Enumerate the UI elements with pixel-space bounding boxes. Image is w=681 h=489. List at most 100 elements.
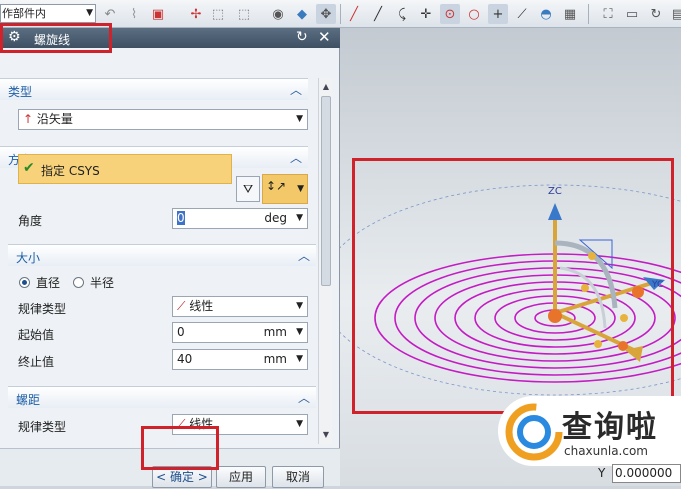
csys-dialog-button[interactable]: ⛛	[236, 176, 260, 202]
shaded-view-icon[interactable]: ◓	[536, 4, 556, 24]
coord-y-input[interactable]: 0.000000	[612, 464, 681, 483]
scroll-thumb[interactable]	[321, 96, 331, 286]
helix-rings	[374, 253, 681, 383]
cancel-button[interactable]: 取消	[272, 466, 324, 488]
group-size-title: 大小	[16, 251, 41, 265]
undo-icon[interactable]: ↶	[100, 4, 120, 24]
start-unit: mm	[263, 325, 287, 339]
scroll-down-arrow-icon[interactable]: ▼	[320, 428, 332, 442]
linear-law-icon: ⟋	[177, 299, 186, 313]
group-type-title: 类型	[8, 85, 33, 99]
specify-csys-label: 指定 CSYS	[41, 164, 100, 178]
cross-icon[interactable]: ✛	[416, 4, 436, 24]
line-endpoint-icon[interactable]: ╱	[368, 4, 388, 24]
group-type-header[interactable]: 类型 ︿	[0, 78, 308, 100]
chevron-down-icon: ▼	[296, 301, 303, 311]
type-dropdown[interactable]: ↑ 沿矢量 ▼	[18, 109, 308, 130]
dashed-box-icon[interactable]: ⬚	[234, 4, 254, 24]
chevron-down-icon: ▼	[296, 327, 303, 337]
coord-y-label: Y	[598, 466, 606, 480]
chevron-up-icon: ︿	[289, 151, 302, 165]
csys-type-dropdown[interactable]: ↕↗ ▼	[262, 174, 308, 204]
radio-radius-label: 半径	[90, 276, 115, 290]
angle-input[interactable]: 0 deg ▼	[172, 208, 308, 229]
dialog-scrollbar[interactable]: ▲ ▼	[318, 78, 332, 444]
plus-icon[interactable]: +	[488, 4, 508, 24]
rotate-icon[interactable]: ↻	[646, 4, 666, 24]
chevron-up-icon: ︿	[289, 83, 302, 97]
type-value: 沿矢量	[36, 112, 73, 126]
circle-center-icon[interactable]: ⊙	[440, 4, 460, 24]
slash-icon[interactable]: ⟋	[512, 4, 532, 24]
chevron-down-icon: ▼	[296, 354, 303, 364]
specify-csys-selector[interactable]: ✔ 指定 CSYS	[18, 154, 232, 184]
select-icon[interactable]: ▣	[148, 4, 168, 24]
radio-diameter-label: 直径	[36, 276, 61, 290]
pitch-law-type-dropdown[interactable]: ⟋ 线性 ▼	[172, 414, 308, 435]
linear-law-icon: ⟋	[177, 417, 186, 431]
selection-filter-value: 作部件内	[2, 7, 46, 20]
selection-filter-dropdown[interactable]: 作部件内 ▼	[0, 4, 96, 23]
fit-view-icon[interactable]: ⛶	[598, 4, 618, 24]
circle-icon[interactable]: ○	[464, 4, 484, 24]
dialog-title: 螺旋线	[34, 33, 71, 47]
helix-dialog: ⚙ 螺旋线 ↻ ✕ 类型 ︿ ↑ 沿矢量 ▼ 方向 ︿ ✔ 指定 CSYS ⛛ …	[0, 28, 340, 488]
table-icon[interactable]: ▦	[560, 4, 580, 24]
reset-icon[interactable]: ↻	[296, 29, 308, 45]
line-icon[interactable]: ╱	[344, 4, 364, 24]
chevron-down-icon: ▼	[297, 184, 304, 194]
angle-unit: deg	[264, 211, 287, 225]
watermark-logo-icon	[505, 403, 563, 461]
group-pitch-title: 螺距	[16, 393, 41, 407]
pitch-law-type-value: 线性	[189, 417, 214, 431]
size-law-type-dropdown[interactable]: ⟋ 线性 ▼	[172, 296, 308, 317]
grid-snap-icon[interactable]: ✥	[316, 4, 336, 24]
close-icon[interactable]: ✕	[318, 28, 331, 46]
end-value-label: 终止值	[18, 355, 55, 369]
chevron-up-icon: ︿	[297, 391, 310, 405]
pitch-law-type-label: 规律类型	[18, 420, 67, 434]
box-select-icon[interactable]: ⬚	[208, 4, 228, 24]
scroll-up-arrow-icon[interactable]: ▲	[320, 80, 332, 94]
angle-value: 0	[177, 211, 185, 225]
group-size-header[interactable]: 大小 ︿	[8, 244, 316, 266]
cube-icon[interactable]: ◆	[292, 4, 312, 24]
snap-icon[interactable]: ⌇	[124, 4, 144, 24]
toolbar-separator	[588, 4, 589, 24]
zc-axis-label: ZC	[548, 186, 562, 197]
zoom-icon[interactable]: ▭	[622, 4, 642, 24]
gear-icon: ⚙	[8, 29, 21, 45]
chevron-up-icon: ︿	[297, 249, 310, 263]
size-law-type-label: 规律类型	[18, 302, 67, 316]
csys-icon: ⛛	[242, 181, 254, 196]
start-value-label: 起始值	[18, 328, 55, 342]
angle-label: 角度	[18, 214, 43, 228]
point-icon[interactable]: ✢	[186, 4, 206, 24]
start-value-input[interactable]: 0 mm ▼	[172, 322, 308, 343]
yc-axis-label: YC	[652, 280, 664, 290]
end-value-input[interactable]: 40 mm ▼	[172, 349, 308, 370]
radio-diameter[interactable]	[19, 277, 30, 288]
chevron-down-icon: ▼	[296, 419, 303, 429]
chevron-down-icon: ▼	[86, 8, 93, 18]
watermark-en: chaxunla.com	[564, 444, 648, 458]
arc-icon[interactable]: ⤹	[392, 4, 412, 24]
apply-button[interactable]: 应用	[216, 466, 266, 488]
shaded-icon[interactable]: ◉	[268, 4, 288, 24]
ok-button[interactable]: < 确定 >	[152, 466, 212, 488]
toolbar-separator	[340, 4, 341, 24]
size-law-type-value: 线性	[189, 299, 214, 313]
dialog-title-bar[interactable]: ⚙ 螺旋线 ↻ ✕	[0, 28, 340, 48]
end-value: 40	[177, 352, 193, 366]
group-pitch-header[interactable]: 螺距 ︿	[8, 386, 316, 408]
end-unit: mm	[263, 352, 287, 366]
chevron-down-icon: ▼	[296, 114, 303, 124]
grid-icon[interactable]: ▤	[668, 4, 681, 24]
start-value: 0	[177, 325, 185, 339]
top-toolbar: 作部件内 ▼ ↶ ⌇ ▣ ✢ ⬚ ⬚ ◉ ◆ ✥ ╱ ╱ ⤹ ✛ ⊙ ○ + ⟋…	[0, 0, 681, 28]
radio-radius[interactable]	[73, 277, 84, 288]
csys-axes-icon: ↕↗	[266, 179, 287, 193]
vector-arrow-icon: ↑	[23, 112, 34, 126]
check-icon: ✔	[23, 160, 35, 176]
watermark-cn: 查询啦	[562, 410, 658, 445]
